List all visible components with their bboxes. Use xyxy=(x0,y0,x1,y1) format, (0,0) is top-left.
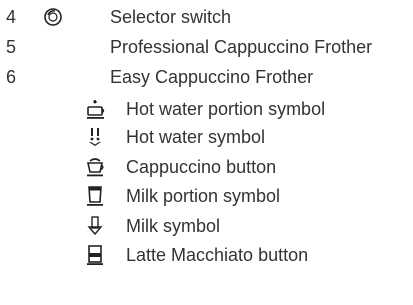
item-number: 6 xyxy=(6,67,17,87)
cappuccino-icon xyxy=(84,156,106,178)
milk-icon xyxy=(84,215,106,237)
milk-portion-icon xyxy=(84,185,106,207)
selector-switch-icon xyxy=(42,6,64,28)
item-label: Easy Cappuccino Frother xyxy=(110,67,314,87)
item-label: Selector switch xyxy=(110,7,232,27)
item-number: 4 xyxy=(6,7,17,27)
item-label: Hot water portion symbol xyxy=(126,99,326,119)
item-label: Professional Cappuccino Frother xyxy=(110,37,373,57)
item-label: Milk portion symbol xyxy=(126,186,281,206)
item-label: Milk symbol xyxy=(126,216,221,236)
item-label: Latte Macchiato button xyxy=(126,245,309,265)
item-number: 5 xyxy=(6,37,17,57)
hot-water-icon xyxy=(84,126,106,148)
item-label: Hot water symbol xyxy=(126,127,266,147)
item-label: Cappuccino button xyxy=(126,157,277,177)
symbol-legend: 4 Selector switch 5 Professional Cappucc… xyxy=(0,0,413,305)
latte-macchiato-icon xyxy=(84,244,106,266)
hot-water-portion-icon xyxy=(84,98,106,120)
